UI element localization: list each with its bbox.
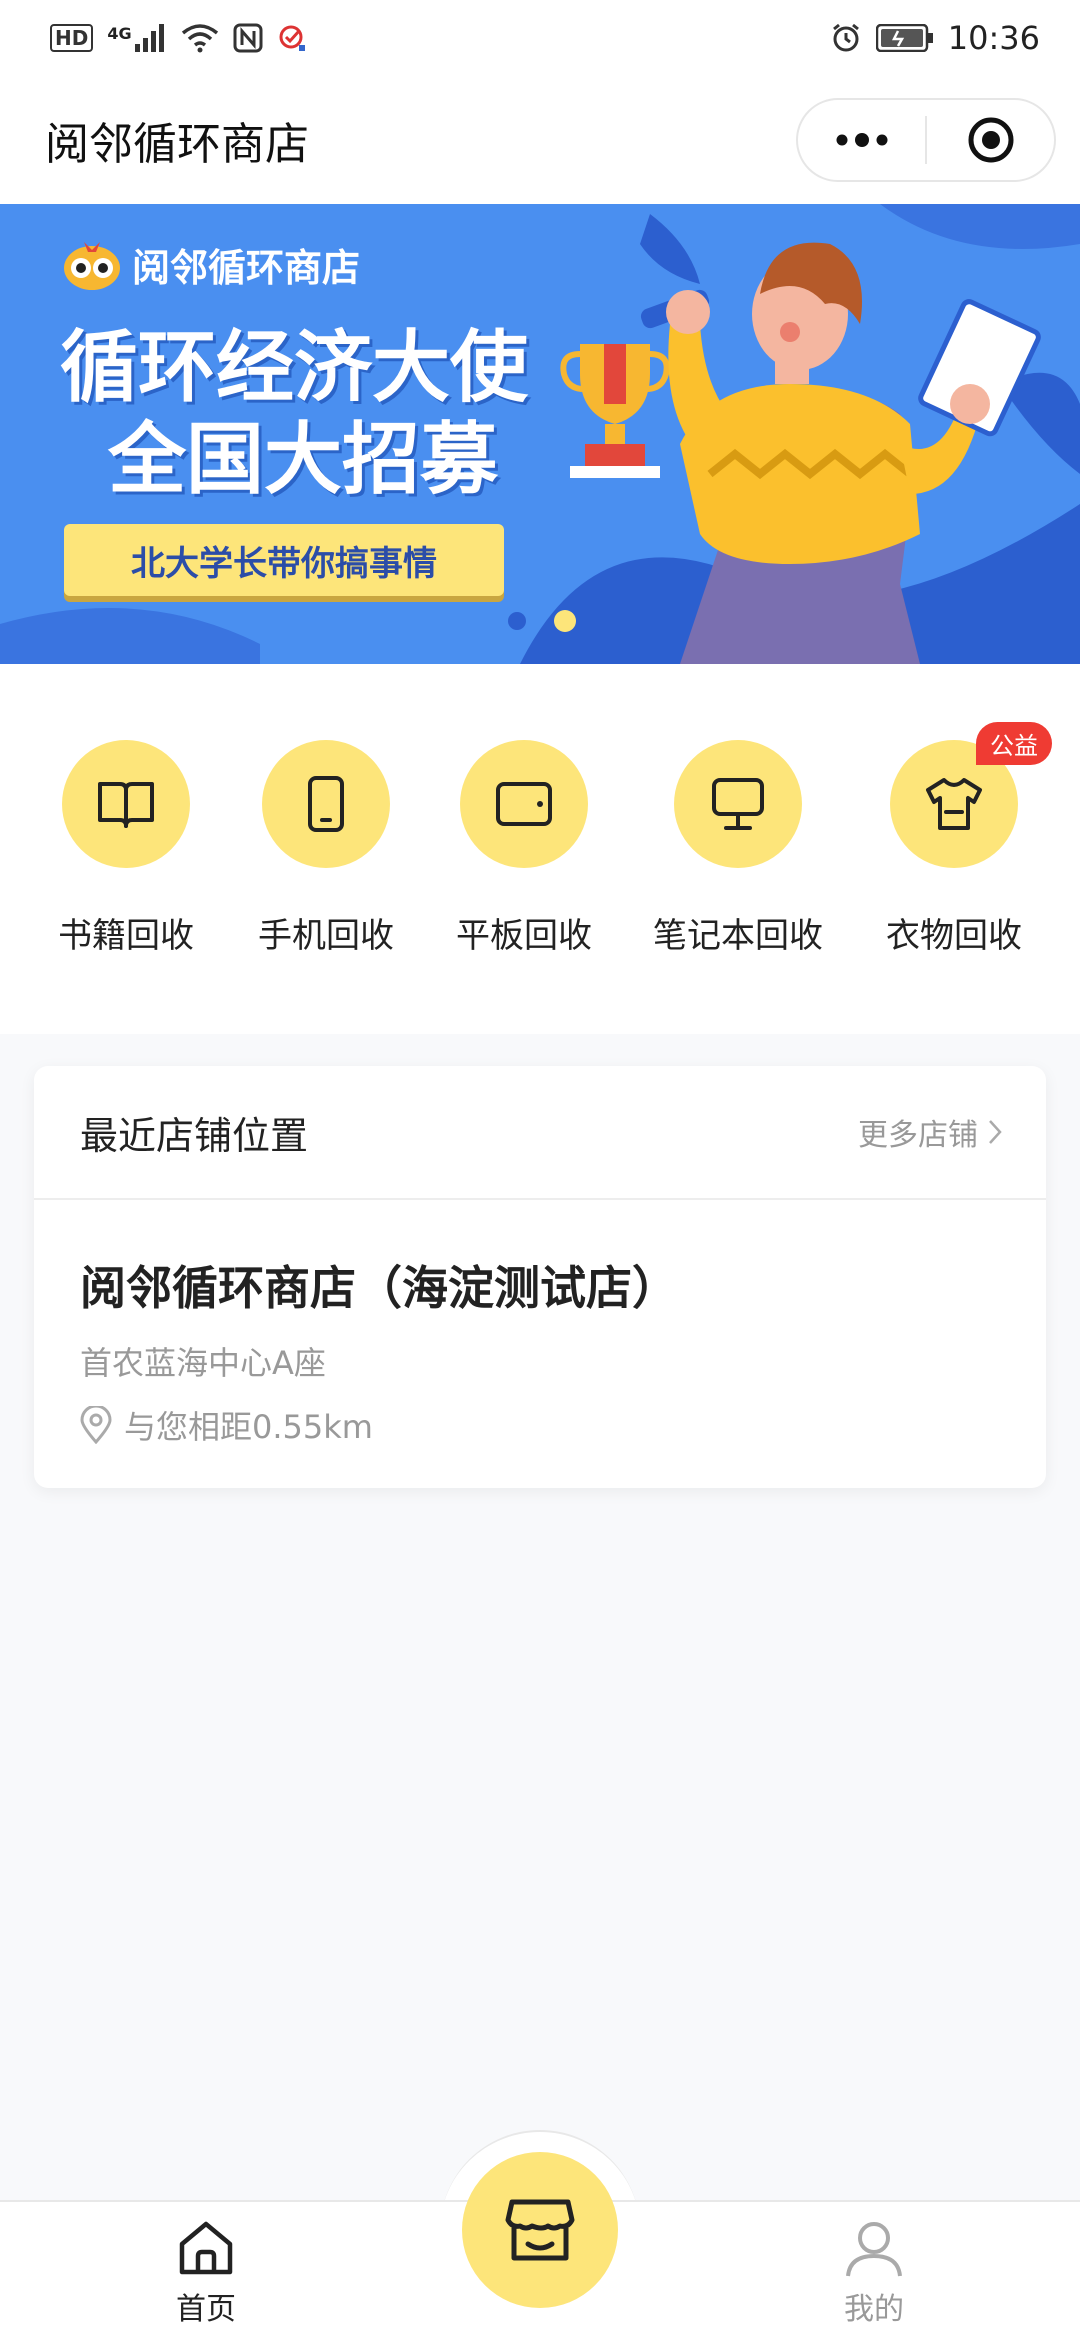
home-icon bbox=[179, 2221, 233, 2275]
store-distance-text: 与您相距0.55km bbox=[124, 1408, 373, 1446]
page-title: 阅邻循环商店 bbox=[45, 119, 309, 170]
location-pin-icon bbox=[80, 1406, 112, 1444]
status-right: 10:36 bbox=[830, 19, 1040, 57]
laptop-icon bbox=[712, 778, 764, 830]
banner-logo: 阅邻循环商店 bbox=[62, 236, 360, 292]
banner-headline-line2: 全国大招募 bbox=[108, 415, 499, 505]
banner-headline: 循环经济大使 全国大招募 bbox=[60, 322, 528, 506]
category-books[interactable]: 书籍回收 bbox=[26, 740, 226, 957]
title-bar: 阅邻循环商店 bbox=[0, 76, 1080, 204]
tab-home[interactable]: 首页 bbox=[106, 2216, 306, 2328]
status-bar: HD 4G 10:36 bbox=[0, 0, 1080, 76]
banner-logo-text: 阅邻循环商店 bbox=[132, 245, 361, 290]
category-phone-circle bbox=[262, 740, 390, 868]
category-phone-label: 手机回收 bbox=[258, 916, 394, 956]
category-laptop-circle bbox=[674, 740, 802, 868]
alarm-icon bbox=[832, 23, 859, 52]
category-books-label: 书籍回收 bbox=[58, 916, 194, 956]
category-tablet-circle bbox=[460, 740, 588, 868]
store-name: 阅邻循环商店（海淀测试店） bbox=[80, 1261, 678, 1315]
chevron-right-icon bbox=[989, 1120, 1002, 1144]
banner-indicator bbox=[508, 612, 526, 630]
more-stores-link[interactable]: 更多店铺 bbox=[858, 1110, 1002, 1154]
category-phone[interactable]: 手机回收 bbox=[226, 740, 426, 957]
clothes-icon bbox=[926, 778, 982, 830]
app-notification-icon bbox=[279, 25, 305, 51]
category-row: 书籍回收 手机回收 平板回收 笔记本回收 衣物回收 bbox=[0, 664, 1080, 1034]
category-tablet[interactable]: 平板回收 bbox=[424, 740, 624, 957]
category-laptop-label: 笔记本回收 bbox=[653, 916, 823, 956]
status-left: HD 4G bbox=[50, 23, 307, 53]
more-button[interactable] bbox=[798, 100, 925, 180]
banner-headline-line1: 循环经济大使 bbox=[60, 323, 529, 413]
store-section-title: 最近店铺位置 bbox=[80, 1113, 309, 1158]
category-clothes-label: 衣物回收 bbox=[886, 916, 1022, 956]
wifi-icon bbox=[181, 24, 218, 53]
store-icon bbox=[505, 2199, 575, 2261]
promo-banner[interactable]: 阅邻循环商店 循环经济大使 全国大招募 北大学长带你搞事情 bbox=[0, 204, 1080, 664]
banner-indicator-active bbox=[554, 610, 576, 632]
category-books-circle bbox=[62, 740, 190, 868]
tablet-icon bbox=[496, 782, 552, 826]
category-tablet-label: 平板回收 bbox=[456, 916, 592, 956]
banner-illustration bbox=[560, 242, 1041, 664]
banner-cta-pill: 北大学长带你搞事情 bbox=[64, 524, 504, 596]
category-laptop[interactable]: 笔记本回收 bbox=[638, 740, 838, 957]
book-icon bbox=[98, 782, 154, 828]
hd-icon: HD bbox=[50, 24, 94, 52]
more-stores-label: 更多店铺 bbox=[858, 1118, 978, 1153]
tab-home-label: 首页 bbox=[176, 2292, 236, 2327]
user-icon bbox=[846, 2222, 902, 2277]
store-address: 首农蓝海中心A座 bbox=[80, 1344, 326, 1382]
store-card-header: 最近店铺位置 更多店铺 bbox=[34, 1066, 1046, 1200]
center-store-button[interactable] bbox=[462, 2152, 618, 2308]
status-time: 10:36 bbox=[947, 19, 1040, 57]
network-type-label: 4G bbox=[107, 24, 132, 43]
more-dots-icon bbox=[836, 133, 887, 147]
store-distance: 与您相距0.55km bbox=[80, 1402, 373, 1448]
close-button[interactable] bbox=[927, 100, 1054, 180]
battery-icon bbox=[875, 24, 933, 52]
nfc-icon bbox=[233, 23, 263, 53]
tab-mine-label: 我的 bbox=[844, 2292, 904, 2327]
category-clothes[interactable]: 衣物回收 bbox=[854, 740, 1054, 957]
signal-icon: 4G bbox=[107, 24, 166, 52]
tab-mine[interactable]: 我的 bbox=[774, 2216, 974, 2328]
target-close-icon bbox=[968, 117, 1013, 163]
charity-badge: 公益 bbox=[976, 722, 1052, 765]
phone-icon bbox=[308, 776, 344, 832]
miniprogram-capsule bbox=[796, 98, 1056, 182]
owl-logo-icon bbox=[64, 242, 120, 290]
nearest-store-card: 最近店铺位置 更多店铺 阅邻循环商店（海淀测试店） 首农蓝海中心A座 与您相距0… bbox=[34, 1066, 1046, 1488]
